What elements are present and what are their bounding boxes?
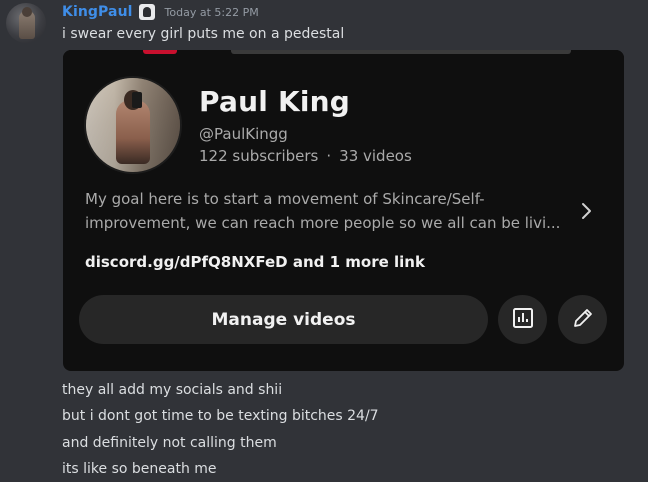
message-timestamp: Today at 5:22 PM bbox=[164, 5, 259, 19]
video-count: 33 videos bbox=[339, 147, 412, 165]
channel-name: Paul King bbox=[199, 85, 351, 118]
pencil-icon bbox=[570, 305, 596, 335]
channel-links[interactable]: discord.gg/dPfQ8NXFeD and 1 more link bbox=[85, 253, 425, 271]
top-strip bbox=[63, 50, 624, 58]
edit-button[interactable] bbox=[558, 295, 607, 344]
channel-avatar[interactable] bbox=[84, 76, 182, 174]
message-text: and definitely not calling them bbox=[62, 435, 277, 451]
message-header: KingPaul Today at 5:22 PM bbox=[62, 3, 259, 21]
analytics-icon bbox=[511, 306, 535, 334]
description-line: My goal here is to start a movement of S… bbox=[85, 190, 485, 208]
message-text: its like so beneath me bbox=[62, 461, 217, 477]
username[interactable]: KingPaul bbox=[62, 4, 133, 20]
server-tag-icon[interactable] bbox=[138, 4, 155, 20]
message-text: but i dont got time to be texting bitche… bbox=[62, 408, 379, 424]
channel-handle: @PaulKingg bbox=[199, 125, 288, 143]
separator-dot: · bbox=[326, 147, 332, 165]
subscriber-count: 122 subscribers bbox=[199, 147, 319, 165]
message-text: i swear every girl puts me on a pedestal bbox=[62, 26, 345, 42]
description-line: improvement, we can reach more people so… bbox=[85, 214, 561, 232]
message-text: they all add my socials and shii bbox=[62, 382, 283, 398]
embedded-image[interactable]: Paul King @PaulKingg 122 subscribers · 3… bbox=[63, 50, 624, 371]
channel-description[interactable]: My goal here is to start a movement of S… bbox=[85, 187, 575, 235]
user-avatar[interactable] bbox=[6, 3, 46, 43]
manage-videos-button[interactable]: Manage videos bbox=[79, 295, 488, 344]
channel-stats: 122 subscribers · 33 videos bbox=[199, 147, 412, 165]
chevron-right-icon[interactable] bbox=[575, 200, 597, 222]
analytics-button[interactable] bbox=[498, 295, 547, 344]
